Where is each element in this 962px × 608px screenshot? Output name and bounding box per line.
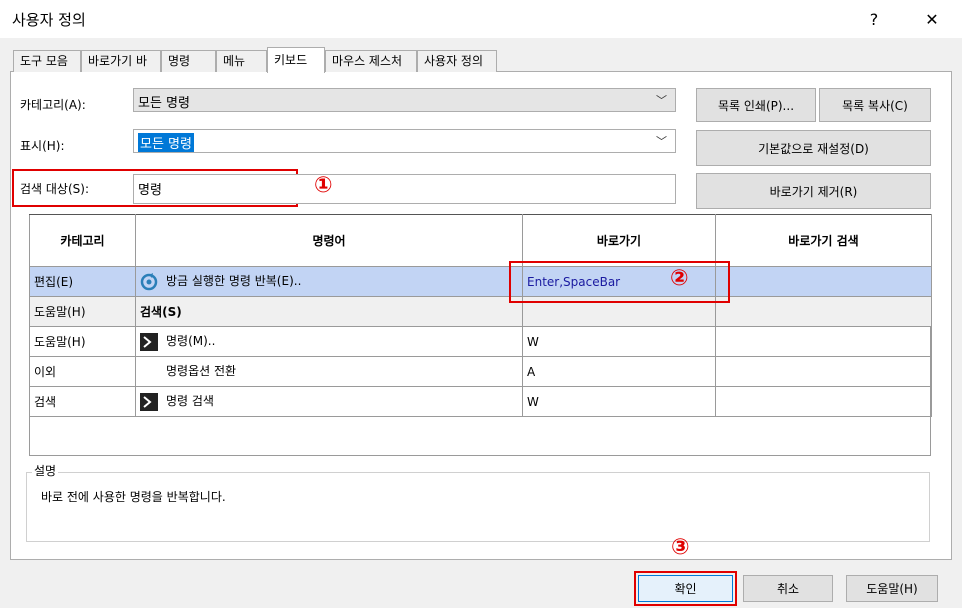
display-label: 표시(H): [20, 139, 65, 153]
shortcut-table: 카테고리 명령어 바로가기 바로가기 검색 편집(E) 방금 실행한 명령 반복… [29, 214, 932, 417]
row-search [715, 296, 932, 327]
chevron-down-icon: ﹀ [656, 94, 667, 107]
search-value: 명령 [138, 183, 162, 198]
annotation-box-shortcut [509, 261, 730, 303]
close-button[interactable]: ✕ [912, 6, 952, 32]
tab-custom[interactable]: 사용자 정의 [417, 50, 497, 72]
tab-menus[interactable]: 메뉴 [216, 50, 267, 72]
row-search [715, 266, 932, 297]
ok-button[interactable]: 확인 [638, 575, 733, 602]
command-prompt-icon [140, 392, 158, 411]
copy-list-button[interactable]: 목록 복사(C) [819, 88, 931, 122]
category-combo[interactable]: 모든 명령 ﹀ [133, 88, 676, 112]
search-input[interactable]: 명령 [133, 174, 676, 204]
search-label: 검색 대상(S): [20, 182, 89, 196]
display-combo[interactable]: 모든 명령 ﹀ [133, 129, 676, 153]
header-command[interactable]: 명령어 [135, 214, 523, 267]
table-row[interactable]: 도움말(H) 명령(M).. W [29, 326, 932, 357]
row-command: 명령옵션 전환 [166, 364, 237, 379]
row-command: 검색(S) [135, 296, 523, 327]
row-command-cell: 방금 실행한 명령 반복(E).. [135, 266, 523, 297]
row-search [715, 386, 932, 417]
window-title: 사용자 정의 [12, 11, 86, 29]
table-row[interactable]: 검색 명령 검색 W [29, 386, 932, 417]
row-category: 편집(E) [29, 266, 136, 297]
row-search [715, 326, 932, 357]
row-command: 방금 실행한 명령 반복(E).. [166, 274, 302, 289]
annotation-marker-2: ② [670, 266, 689, 291]
title-bar [0, 0, 962, 38]
cancel-button[interactable]: 취소 [743, 575, 833, 602]
command-prompt-icon [140, 332, 158, 351]
row-search [715, 356, 932, 387]
row-shortcut: W [522, 386, 716, 417]
print-list-button[interactable]: 목록 인쇄(P)... [696, 88, 816, 122]
table-header-row: 카테고리 명령어 바로가기 바로가기 검색 [29, 214, 932, 267]
repeat-icon [140, 272, 158, 290]
category-value: 모든 명령 [138, 96, 190, 111]
row-category: 검색 [29, 386, 136, 417]
row-command-cell: 명령(M).. [135, 326, 523, 357]
row-command: 명령(M).. [166, 334, 216, 349]
description-text: 바로 전에 사용한 명령을 반복합니다. [41, 490, 226, 504]
display-value: 모든 명령 [138, 133, 194, 152]
header-category[interactable]: 카테고리 [29, 214, 136, 267]
tab-commands[interactable]: 명령 [161, 50, 216, 72]
row-command-cell: 명령 검색 [135, 386, 523, 417]
remove-shortcut-button[interactable]: 바로가기 제거(R) [696, 173, 931, 209]
tab-keyboard[interactable]: 키보드 [267, 47, 325, 73]
help-dialog-button[interactable]: 도움말(H) [846, 575, 938, 602]
help-button[interactable]: ? [854, 6, 894, 32]
tab-mouse-gestures[interactable]: 마우스 제스처 [325, 50, 417, 72]
tab-toolbars[interactable]: 도구 모음 [13, 50, 81, 72]
table-row[interactable]: 도움말(H) 검색(S) [29, 296, 932, 327]
annotation-marker-3: ③ [671, 535, 690, 560]
annotation-marker-1: ① [314, 173, 333, 198]
description-box [26, 472, 930, 542]
row-category: 도움말(H) [29, 296, 136, 327]
row-category: 이외 [29, 356, 136, 387]
chevron-down-icon: ﹀ [656, 135, 667, 148]
row-command: 명령 검색 [166, 394, 214, 409]
header-shortcut[interactable]: 바로가기 [522, 214, 716, 267]
tab-shortcut-bar[interactable]: 바로가기 바 [81, 50, 161, 72]
reset-defaults-button[interactable]: 기본값으로 재설정(D) [696, 130, 931, 166]
category-label: 카테고리(A): [20, 98, 86, 112]
row-shortcut: A [522, 356, 716, 387]
table-row[interactable]: 편집(E) 방금 실행한 명령 반복(E).. Enter,SpaceBar [29, 266, 932, 297]
row-category: 도움말(H) [29, 326, 136, 357]
header-shortcut-search[interactable]: 바로가기 검색 [715, 214, 932, 267]
row-command-cell: 명령옵션 전환 [135, 356, 523, 387]
row-shortcut: W [522, 326, 716, 357]
table-row[interactable]: 이외 명령옵션 전환 A [29, 356, 932, 387]
description-legend: 설명 [32, 462, 59, 479]
